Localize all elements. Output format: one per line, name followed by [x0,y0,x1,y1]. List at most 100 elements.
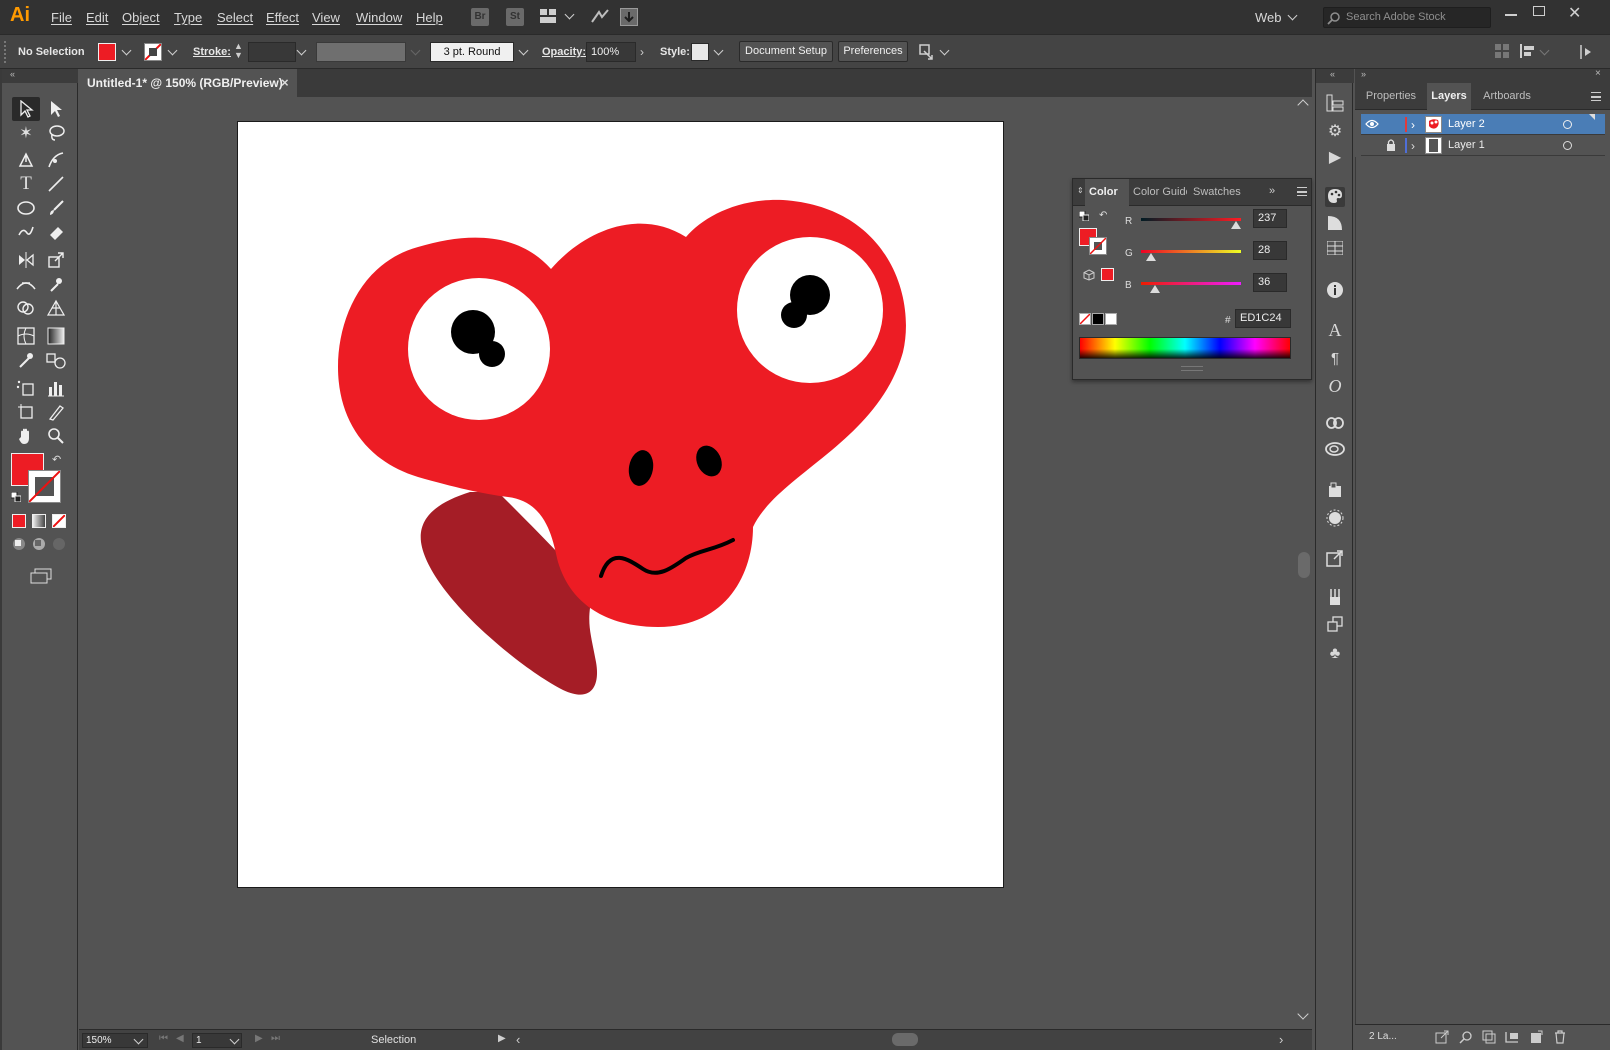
color-palette-icon[interactable] [1325,187,1345,207]
tab-layers[interactable]: Layers [1427,83,1471,110]
scroll-left-icon[interactable]: ‹ [516,1032,520,1047]
transform-icon[interactable] [1520,44,1536,58]
expand-layer-icon[interactable]: › [1411,115,1415,136]
swap-fill-stroke-icon[interactable]: ↶ [1099,210,1107,221]
color-mode-icon[interactable] [12,514,26,528]
target-circle-icon[interactable] [1563,141,1572,150]
panel-options-icon[interactable]: ⇕ [1077,186,1084,195]
actions-gear-icon[interactable]: ⚙ [1325,122,1345,142]
menu-view[interactable]: View [312,10,340,25]
menu-edit[interactable]: Edit [86,10,108,25]
brushes-icon[interactable] [1325,588,1345,608]
tab-artboards[interactable]: Artboards [1471,83,1543,110]
r-value-field[interactable]: 237 [1253,209,1287,228]
swatches-grid-icon[interactable] [1325,240,1345,261]
none-mode-icon[interactable] [52,514,66,528]
default-fill-stroke-icon[interactable] [1078,210,1090,222]
locate-object-icon[interactable] [1459,1030,1473,1044]
close-panel-icon[interactable]: × [1595,68,1601,79]
document-setup-button[interactable]: Document Setup [739,41,833,62]
layer-row[interactable]: › Layer 1 [1361,135,1605,156]
publish-icon[interactable] [620,8,638,26]
scroll-up-icon[interactable] [1297,99,1309,111]
draw-normal-icon[interactable] [12,537,26,551]
close-tab-icon[interactable]: × [281,69,289,97]
play-action-icon[interactable]: ▶ [1325,148,1345,168]
chevron-down-icon[interactable] [296,45,307,56]
graphic-style-swatch[interactable] [691,43,709,61]
horizontal-scrollbar-thumb[interactable] [892,1033,918,1046]
black-color-swatch[interactable] [1092,313,1104,325]
r-slider[interactable] [1141,218,1241,221]
shape-builder-tool-icon[interactable] [12,296,40,320]
color-spectrum[interactable] [1079,337,1291,359]
appearance-icon[interactable] [1325,509,1345,529]
previous-artboard-icon[interactable]: ◀ [176,1033,184,1044]
scroll-down-icon[interactable] [1297,1008,1309,1020]
stock-button[interactable]: St [506,8,524,26]
stroke-swatch[interactable] [144,43,162,61]
libraries-icon[interactable] [1325,94,1345,114]
puppet-warp-tool-icon[interactable] [42,272,70,296]
opentype-icon[interactable]: O [1325,376,1345,396]
gradient-tool-icon[interactable] [42,324,70,348]
scrollbar-thumb[interactable] [1298,552,1310,578]
b-value-field[interactable]: 36 [1253,273,1287,292]
tab-color-guide[interactable]: Color Guide [1131,179,1187,206]
zoom-tool-icon[interactable] [42,424,70,448]
minimize-icon[interactable] [1505,14,1517,16]
align-icon[interactable] [1495,44,1509,58]
slice-tool-icon[interactable] [42,400,70,424]
collapse-dock-icon[interactable]: « [1330,69,1335,79]
pen-tool-icon[interactable] [12,148,40,172]
create-sublayer-icon[interactable] [1505,1030,1519,1044]
bridge-button[interactable]: Br [471,8,489,26]
delete-layer-icon[interactable] [1553,1030,1567,1044]
perspective-grid-tool-icon[interactable] [42,296,70,320]
change-screen-mode-icon[interactable] [30,568,52,584]
layer-name[interactable]: Layer 2 [1448,114,1485,135]
creature-illustration[interactable] [238,122,1003,887]
transform-panel-icon[interactable] [1325,616,1345,636]
chevron-down-icon[interactable] [939,45,950,56]
paintbrush-tool-icon[interactable] [42,196,70,220]
stroke-label[interactable]: Stroke: [193,46,231,58]
lock-icon[interactable] [1385,135,1397,156]
web-safe-color-swatch[interactable] [1101,268,1114,281]
layers-list-empty-area[interactable] [1355,157,1610,1024]
character-icon[interactable]: A [1325,320,1345,340]
brush-definition[interactable]: 3 pt. Round [430,42,514,62]
export-for-screens-icon[interactable] [1435,1030,1449,1044]
creative-cloud-icon[interactable] [1325,442,1345,462]
document-tab[interactable]: Untitled-1* @ 150% (RGB/Preview) × [79,69,297,97]
chevron-down-icon[interactable] [1539,45,1550,56]
menu-file[interactable]: File [51,10,72,25]
preferences-button[interactable]: Preferences [838,41,908,62]
none-color-swatch[interactable] [1079,313,1091,325]
artboard-tool-icon[interactable] [12,400,40,424]
symbols-club-icon[interactable]: ♣ [1325,644,1345,664]
layer-row[interactable]: › Layer 2 [1361,114,1605,135]
last-artboard-icon[interactable]: ⏭ [271,1033,280,1044]
menu-type[interactable]: Type [174,10,202,25]
visibility-eye-icon[interactable] [1364,114,1380,135]
arrange-icon[interactable] [918,43,936,61]
chevron-down-icon[interactable] [121,45,132,56]
first-artboard-icon[interactable]: ⏮ [159,1033,168,1044]
chevron-right-icon[interactable]: › [640,45,644,59]
type-tool-icon[interactable]: T [12,172,40,196]
collapse-icon[interactable]: « [10,69,15,79]
workspace-switcher[interactable]: Web [1255,10,1282,25]
menu-object[interactable]: Object [122,10,160,25]
chevron-down-icon[interactable] [167,45,178,56]
hex-value-field[interactable]: ED1C24 [1235,309,1291,328]
tab-properties[interactable]: Properties [1355,83,1427,110]
draw-behind-icon[interactable] [32,537,46,551]
menu-window[interactable]: Window [356,10,402,25]
target-circle-icon[interactable] [1563,120,1572,129]
stock-search-input[interactable]: Search Adobe Stock [1323,7,1491,28]
menu-effect[interactable]: Effect [266,10,299,25]
chevron-down-icon[interactable] [713,45,724,56]
info-icon[interactable] [1325,281,1345,301]
status-menu-icon[interactable]: ▶ [498,1033,506,1044]
